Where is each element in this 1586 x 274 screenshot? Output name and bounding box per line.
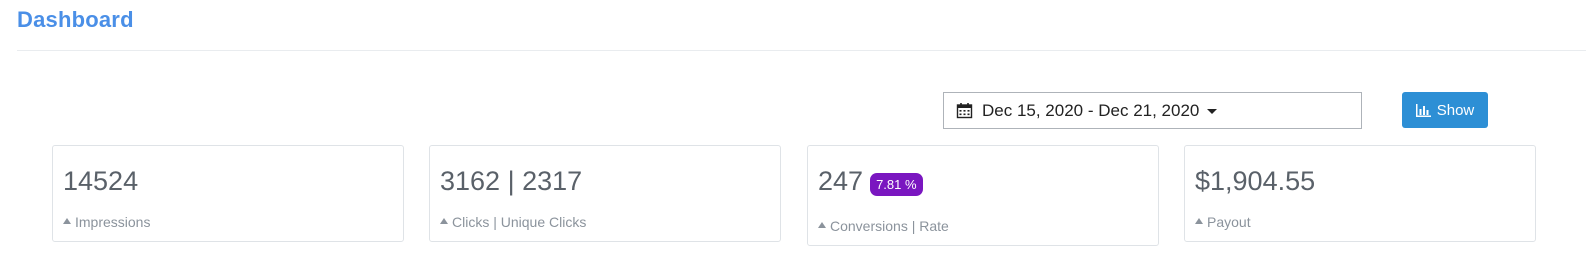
conversions-value-row: 247 7.81 % bbox=[818, 166, 923, 197]
header-divider bbox=[17, 50, 1586, 51]
caret-up-icon bbox=[63, 218, 71, 224]
conversions-label: Conversions | Rate bbox=[830, 218, 949, 234]
payout-label: Payout bbox=[1207, 214, 1251, 230]
stat-card-payout: $1,904.55 Payout bbox=[1184, 145, 1536, 242]
impressions-label-row: Impressions bbox=[63, 214, 150, 230]
caret-up-icon bbox=[440, 218, 448, 224]
caret-up-icon bbox=[1195, 218, 1203, 224]
impressions-label: Impressions bbox=[75, 214, 151, 230]
page-title: Dashboard bbox=[17, 7, 134, 32]
date-range-picker[interactable]: Dec 15, 2020 - Dec 21, 2020 bbox=[943, 92, 1362, 129]
conversion-rate-badge: 7.81 % bbox=[870, 173, 923, 196]
conversions-value: 247 bbox=[818, 166, 864, 196]
show-button-label: Show bbox=[1436, 101, 1475, 119]
conversions-label-row: Conversions | Rate bbox=[818, 218, 949, 234]
bar-chart-icon bbox=[1415, 103, 1431, 117]
date-range-value: Dec 15, 2020 - Dec 21, 2020 bbox=[982, 100, 1200, 120]
impressions-value: 14524 bbox=[63, 166, 139, 196]
caret-up-icon bbox=[818, 222, 826, 228]
calendar-icon bbox=[956, 103, 973, 119]
stat-card-clicks: 3162 | 2317 Clicks | Unique Clicks bbox=[429, 145, 781, 242]
clicks-label: Clicks | Unique Clicks bbox=[452, 214, 587, 230]
clicks-label-row: Clicks | Unique Clicks bbox=[440, 214, 586, 230]
clicks-value: 3162 | 2317 bbox=[440, 166, 583, 196]
stat-card-conversions: 247 7.81 % Conversions | Rate bbox=[807, 145, 1159, 246]
payout-label-row: Payout bbox=[1195, 214, 1251, 230]
stat-card-impressions: 14524 Impressions bbox=[52, 145, 404, 242]
payout-value: $1,904.55 bbox=[1195, 166, 1316, 196]
show-button[interactable]: Show bbox=[1402, 92, 1488, 128]
dashboard-page: Dashboard Dec 15, 2020 - Dec 21, 2020 Sh… bbox=[0, 0, 1586, 274]
caret-down-icon bbox=[1207, 109, 1218, 114]
